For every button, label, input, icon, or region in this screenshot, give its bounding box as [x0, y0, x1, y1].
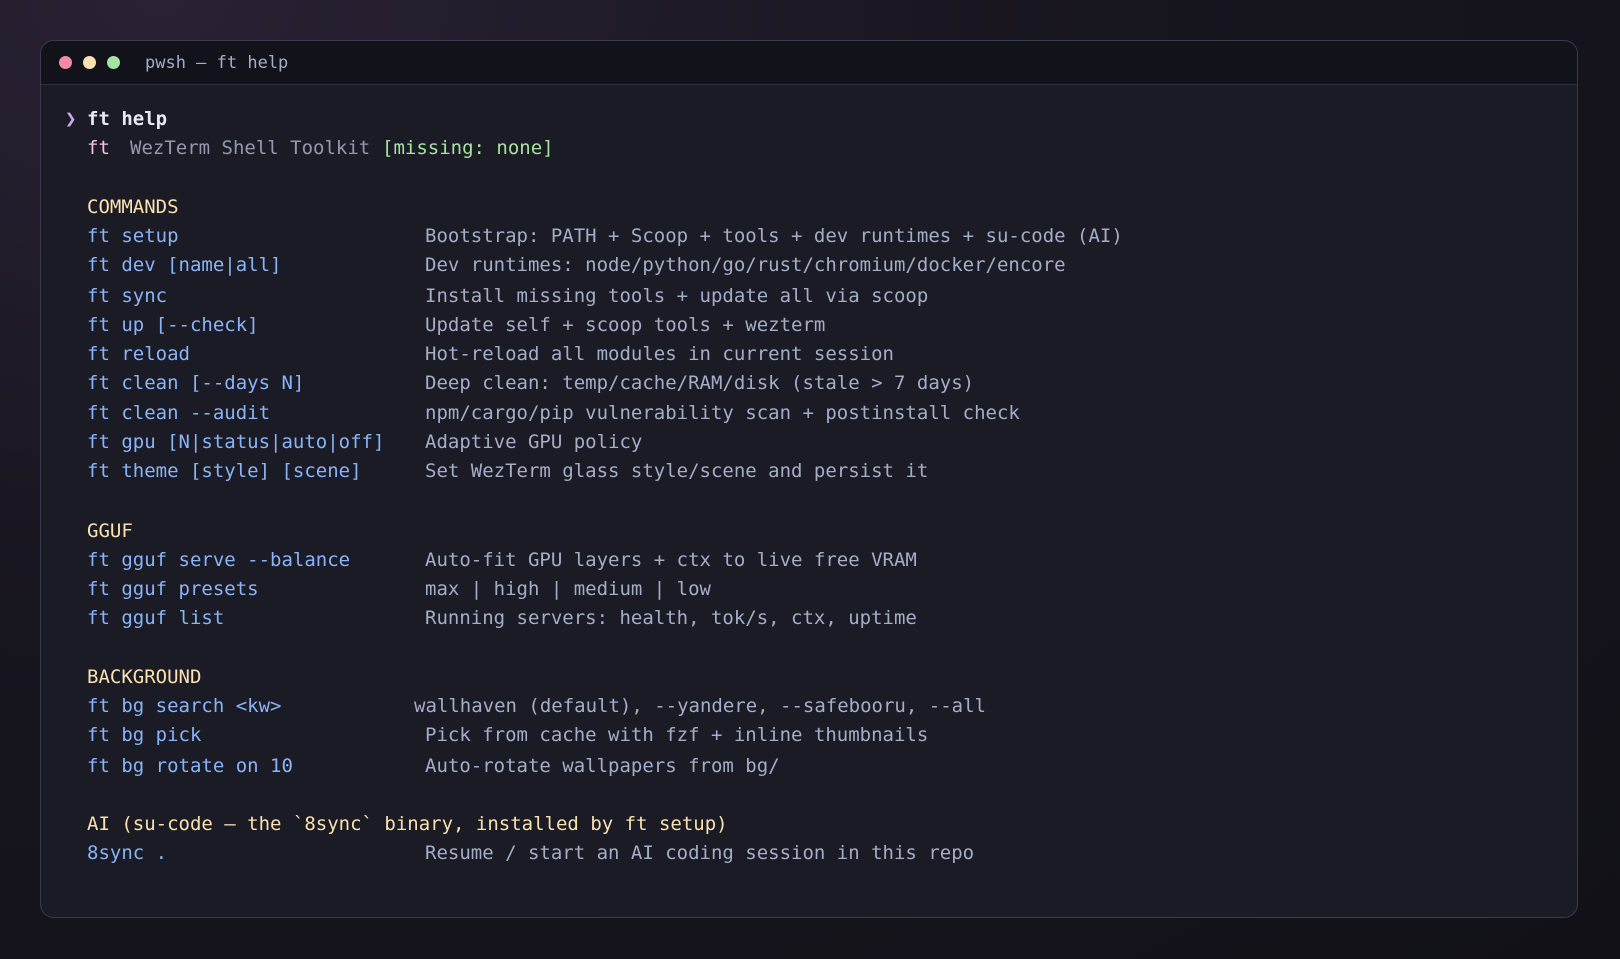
- command-name: ft gpu [N|status|auto|off]: [87, 431, 385, 453]
- missing-status: [missing: none]: [382, 137, 554, 159]
- command-name: ft bg rotate on 10: [87, 755, 293, 777]
- close-button[interactable]: [59, 56, 72, 69]
- command-description: Auto-fit GPU layers + ctx to live free V…: [425, 549, 917, 571]
- terminal-window[interactable]: pwsh — ft help ❯ ft help ft WezTerm Shel…: [40, 40, 1578, 918]
- command-name: ft gguf list: [87, 607, 225, 629]
- command-name: ft setup: [87, 225, 179, 247]
- command-name: ft clean --audit: [87, 402, 271, 424]
- banner-subtitle: WezTerm Shell Toolkit: [130, 137, 371, 159]
- command-name: ft dev [name|all]: [87, 254, 282, 276]
- maximize-button[interactable]: [107, 56, 120, 69]
- command-name: ft reload: [87, 343, 190, 365]
- command-name: ft sync: [87, 285, 168, 307]
- section-header-ai: AI (su-code — the `8sync` binary, instal…: [87, 813, 728, 835]
- command-description: Bootstrap: PATH + Scoop + tools + dev ru…: [425, 225, 1123, 247]
- minimize-button[interactable]: [83, 56, 96, 69]
- command-description: npm/cargo/pip vulnerability scan + posti…: [425, 402, 1020, 424]
- command-description: Dev runtimes: node/python/go/rust/chromi…: [425, 254, 1066, 276]
- command-description: Running servers: health, tok/s, ctx, upt…: [425, 607, 917, 629]
- command-name: ft bg search <kw>: [87, 695, 282, 717]
- section-header-background: BACKGROUND: [87, 666, 202, 688]
- window-title: pwsh — ft help: [145, 52, 289, 73]
- command-name: ft theme [style] [scene]: [87, 460, 362, 482]
- command-name: ft clean [--days N]: [87, 372, 305, 394]
- command-description: wallhaven (default), --yandere, --safebo…: [414, 695, 986, 717]
- command-description: Set WezTerm glass style/scene and persis…: [425, 460, 929, 482]
- command-description: Hot-reload all modules in current sessio…: [425, 343, 894, 365]
- command-name: 8sync .: [87, 842, 168, 864]
- command-description: Auto-rotate wallpapers from bg/: [425, 755, 780, 777]
- command-description: Install missing tools + update all via s…: [425, 285, 929, 307]
- prompt-command: ft help: [87, 108, 168, 130]
- section-header-commands: COMMANDS: [87, 196, 179, 218]
- command-description: Resume / start an AI coding session in t…: [425, 842, 975, 864]
- section-header-gguf: GGUF: [87, 520, 133, 542]
- command-description: Pick from cache with fzf + inline thumbn…: [425, 724, 929, 746]
- command-name: ft up [--check]: [87, 314, 259, 336]
- command-description: Deep clean: temp/cache/RAM/disk (stale >…: [425, 372, 975, 394]
- command-name: ft bg pick: [87, 724, 202, 746]
- command-description: Adaptive GPU policy: [425, 431, 643, 453]
- title-bar: pwsh — ft help: [41, 41, 1577, 85]
- command-name: ft gguf serve --balance: [87, 549, 351, 571]
- banner-name: ft: [87, 137, 110, 159]
- command-description: max | high | medium | low: [425, 578, 711, 600]
- command-description: Update self + scoop tools + wezterm: [425, 314, 826, 336]
- prompt-icon: ❯: [65, 108, 77, 130]
- command-name: ft gguf presets: [87, 578, 259, 600]
